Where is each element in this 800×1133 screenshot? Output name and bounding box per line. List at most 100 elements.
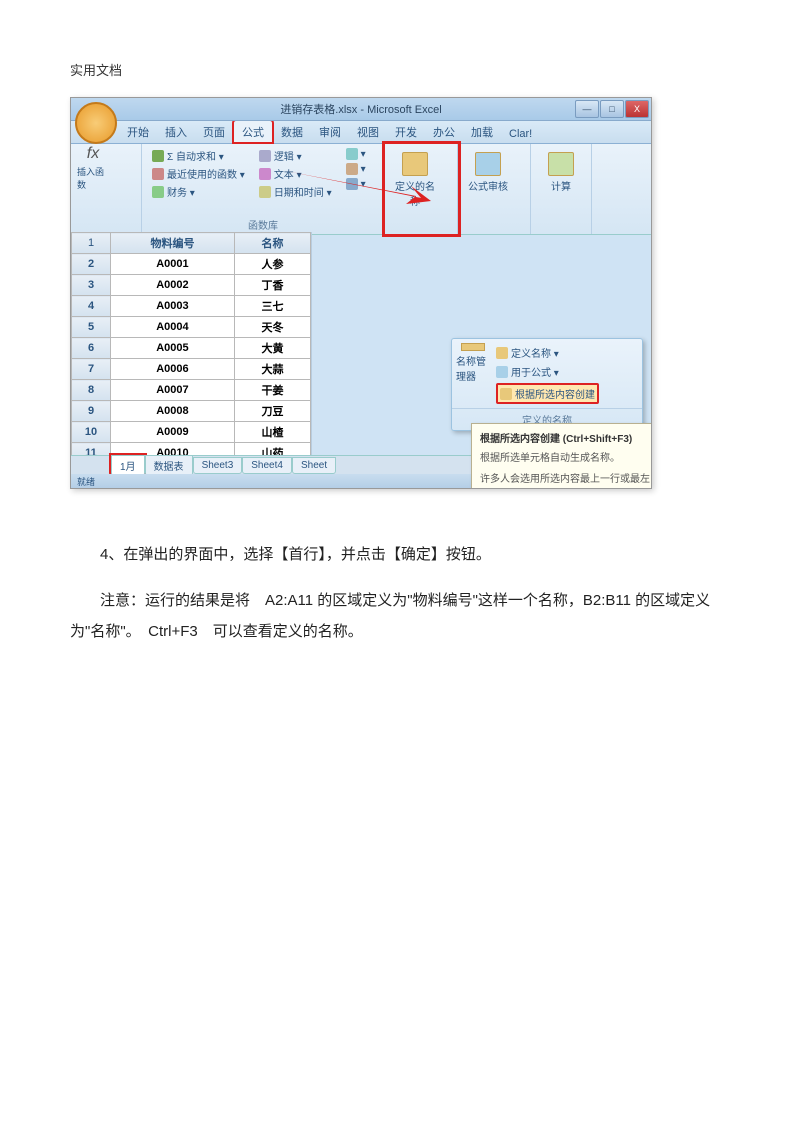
recent-functions-button[interactable]: 最近使用的函数 ▾	[152, 166, 245, 181]
tooltip-line2: 许多人会选用所选内容最上一行或最左一列中的文字。	[480, 470, 652, 489]
cell[interactable]: A0003	[111, 296, 235, 317]
tab-office[interactable]: 办公	[425, 121, 463, 143]
tab-formulas[interactable]: 公式	[233, 120, 273, 143]
clock-icon	[259, 186, 271, 198]
more-icon	[346, 178, 358, 190]
cell[interactable]: A0001	[111, 254, 235, 275]
insert-function-button[interactable]: fx 插入函数	[77, 148, 109, 188]
math-icon	[346, 163, 358, 175]
cell[interactable]: 三七	[234, 296, 310, 317]
sheet-tab-1[interactable]: 1月	[111, 455, 145, 476]
row-header[interactable]: 7	[72, 359, 111, 380]
function-library-label: 函数库	[142, 217, 384, 232]
office-button[interactable]	[75, 102, 117, 144]
text-icon	[259, 168, 271, 180]
row-header[interactable]: 1	[72, 233, 111, 254]
tag-icon	[496, 347, 508, 359]
name-manager-button[interactable]: 名称管理器	[456, 343, 490, 383]
cell[interactable]: 物料编号	[111, 233, 235, 254]
cell[interactable]: 丁香	[234, 275, 310, 296]
row-header[interactable]: 5	[72, 317, 111, 338]
tab-insert[interactable]: 插入	[157, 121, 195, 143]
cell[interactable]: 名称	[234, 233, 310, 254]
tab-view[interactable]: 视图	[349, 121, 387, 143]
title-bar: 进销存表格.xlsx - Microsoft Excel — □ X	[71, 98, 651, 121]
more-button[interactable]: ▾	[346, 178, 366, 190]
row-header[interactable]: 8	[72, 380, 111, 401]
tooltip-line1: 根据所选单元格自动生成名称。	[480, 449, 652, 464]
insert-function-label: 插入函数	[77, 165, 109, 191]
paragraph-2: 注意：运行的结果是将 A2:A11 的区域定义为"物料编号"这样一个名称，B2:…	[70, 585, 730, 648]
financial-button[interactable]: 财务 ▾	[152, 184, 245, 199]
row-header[interactable]: 4	[72, 296, 111, 317]
calc-icon	[548, 152, 574, 176]
tab-addins[interactable]: 加载	[463, 121, 501, 143]
tab-developer[interactable]: 开发	[387, 121, 425, 143]
window-title: 进销存表格.xlsx - Microsoft Excel	[280, 101, 441, 117]
cell[interactable]: 大黄	[234, 338, 310, 359]
row-header[interactable]: 9	[72, 401, 111, 422]
text-button[interactable]: 文本 ▾	[259, 166, 332, 181]
cell[interactable]: 大蒜	[234, 359, 310, 380]
paragraph-1: 4、在弹出的界面中，选择【首行】，并点击【确定】按钮。	[70, 539, 730, 571]
sheet-tab-3[interactable]: Sheet3	[193, 457, 243, 474]
cell[interactable]: 人参	[234, 254, 310, 275]
tab-home[interactable]: 开始	[119, 121, 157, 143]
sheet-tab-2[interactable]: 数据表	[145, 455, 193, 476]
audit-label: 公式审核	[468, 178, 508, 193]
ribbon-tabs: 开始 插入 页面 公式 数据 审阅 视图 开发 办公 加载 Clar!	[71, 121, 651, 144]
audit-icon	[475, 152, 501, 176]
row-header[interactable]: 10	[72, 422, 111, 443]
define-name-item[interactable]: 定义名称 ▾	[496, 345, 599, 360]
datetime-button[interactable]: 日期和时间 ▾	[259, 184, 332, 199]
status-ready: 就绪	[77, 475, 95, 488]
fx-small-icon	[496, 366, 508, 378]
tab-clarl[interactable]: Clar!	[501, 125, 540, 143]
cell[interactable]: 山楂	[234, 422, 310, 443]
cell[interactable]: A0004	[111, 317, 235, 338]
cell[interactable]: A0009	[111, 422, 235, 443]
excel-screenshot: 进销存表格.xlsx - Microsoft Excel — □ X 开始 插入…	[70, 97, 652, 489]
cell[interactable]: A0008	[111, 401, 235, 422]
name-manager-icon	[461, 343, 485, 351]
fx-icon: fx	[87, 145, 99, 163]
tab-review[interactable]: 审阅	[311, 121, 349, 143]
logical-button[interactable]: 逻辑 ▾	[259, 148, 332, 163]
minimize-button[interactable]: —	[575, 100, 599, 118]
lookup-icon	[346, 148, 358, 160]
cell[interactable]: 干姜	[234, 380, 310, 401]
tooltip-title: 根据所选内容创建 (Ctrl+Shift+F3)	[480, 430, 652, 445]
calculation-button[interactable]: 计算	[537, 148, 585, 212]
autosum-button[interactable]: Σ 自动求和 ▾	[152, 148, 245, 163]
lookup-button[interactable]: ▾	[346, 148, 366, 160]
row-header[interactable]: 6	[72, 338, 111, 359]
worksheet-grid[interactable]: 1物料编号名称 2A0001人参 3A0002丁香 4A0003三七 5A0004天冬 6…	[71, 232, 312, 456]
tooltip: 根据所选内容创建 (Ctrl+Shift+F3) 根据所选单元格自动生成名称。 …	[471, 423, 652, 489]
cell[interactable]: 天冬	[234, 317, 310, 338]
tab-page[interactable]: 页面	[195, 121, 233, 143]
logical-icon	[259, 150, 271, 162]
cell[interactable]: A0002	[111, 275, 235, 296]
row-header[interactable]: 2	[72, 254, 111, 275]
calc-label: 计算	[551, 178, 571, 193]
instruction-text: 4、在弹出的界面中，选择【首行】，并点击【确定】按钮。 注意：运行的结果是将 A…	[70, 539, 730, 648]
recent-icon	[152, 168, 164, 180]
page-header: 实用文档	[70, 60, 730, 79]
cell[interactable]: 刀豆	[234, 401, 310, 422]
cell[interactable]: A0007	[111, 380, 235, 401]
sigma-icon	[152, 150, 164, 162]
create-from-selection-item[interactable]: 根据所选内容创建	[496, 383, 599, 404]
sheet-tab-4[interactable]: Sheet4	[242, 457, 292, 474]
cell[interactable]: A0005	[111, 338, 235, 359]
financial-icon	[152, 186, 164, 198]
formula-audit-button[interactable]: 公式审核	[464, 148, 512, 212]
cell[interactable]: A0006	[111, 359, 235, 380]
use-in-formula-item[interactable]: 用于公式 ▾	[496, 364, 599, 379]
maximize-button[interactable]: □	[600, 100, 624, 118]
row-header[interactable]: 3	[72, 275, 111, 296]
sheet-tab-5[interactable]: Sheet	[292, 457, 336, 474]
define-name-button[interactable]: 定义的名称	[391, 148, 439, 212]
tab-data[interactable]: 数据	[273, 121, 311, 143]
math-button[interactable]: ▾	[346, 163, 366, 175]
close-button[interactable]: X	[625, 100, 649, 118]
